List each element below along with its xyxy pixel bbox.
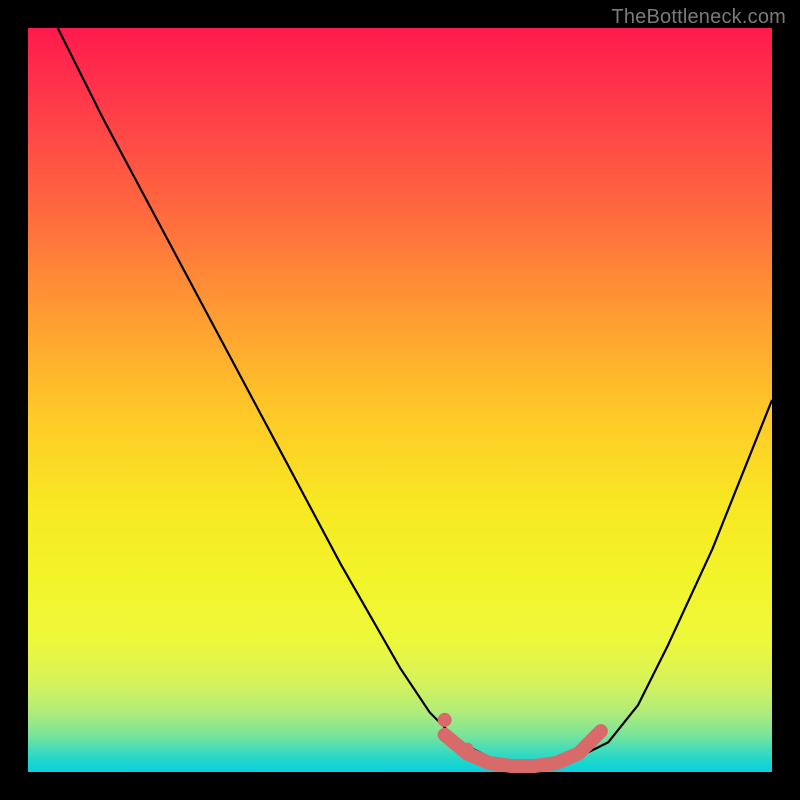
chart-plot-area <box>28 28 772 772</box>
optimal-range-dot <box>460 743 474 757</box>
bottleneck-curve-line <box>58 28 772 765</box>
optimal-range-dot <box>438 713 452 727</box>
chart-svg <box>28 28 772 772</box>
watermark-text: TheBottleneck.com <box>611 6 786 29</box>
